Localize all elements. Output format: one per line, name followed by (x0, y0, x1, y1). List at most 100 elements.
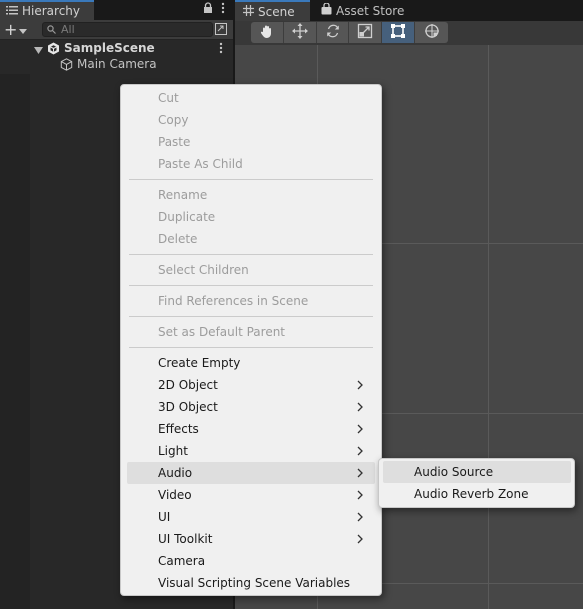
menu-item-paste-as-child[interactable]: Paste As Child (127, 153, 375, 175)
menu-item-cut[interactable]: Cut (127, 87, 375, 109)
tab-asset-store[interactable]: Asset Store (313, 0, 413, 21)
tab-scene-label: Scene (258, 4, 295, 19)
search-filter-icon[interactable] (215, 23, 227, 38)
menu-item-label: Paste As Child (158, 157, 243, 171)
menu-item-label: UI Toolkit (158, 532, 213, 546)
menu-item-label: Select Children (158, 263, 249, 277)
menu-item-label: Audio Reverb Zone (414, 487, 529, 501)
grid-line (488, 45, 489, 609)
menu-item-label: UI (158, 510, 171, 524)
move-tool-button[interactable] (284, 22, 317, 43)
menu-item-label: Copy (158, 113, 189, 127)
menu-item-visual-scripting-scene-variables[interactable]: Visual Scripting Scene Variables (127, 572, 375, 594)
bag-icon (321, 2, 332, 18)
scene-root-item[interactable]: SampleScene (0, 41, 233, 57)
menu-item-label: Audio Source (414, 465, 494, 479)
menu-item-rename[interactable]: Rename (127, 184, 375, 206)
tab-hierarchy[interactable]: Hierarchy (0, 0, 94, 20)
move-arrows-icon (291, 23, 308, 42)
hierarchy-item-main-camera[interactable]: Main Camera (0, 57, 233, 73)
expand-arrow-icon[interactable] (34, 44, 43, 58)
chevron-right-icon (357, 467, 363, 481)
rect-tool-icon (390, 23, 406, 42)
menu-item-label: Rename (158, 188, 208, 202)
unity-scene-icon (47, 42, 60, 58)
menu-item-copy[interactable]: Copy (127, 109, 375, 131)
rotate-icon (325, 23, 341, 42)
menu-item-delete[interactable]: Delete (127, 228, 375, 250)
chevron-right-icon (357, 511, 363, 525)
transform-tools (251, 22, 448, 43)
menu-item-label: Create Empty (158, 356, 241, 370)
scene-kebab-icon[interactable] (219, 41, 223, 58)
menu-item-duplicate[interactable]: Duplicate (127, 206, 375, 228)
menu-item-2d-object[interactable]: 2D Object (127, 374, 375, 396)
menu-item-label: Set as Default Parent (158, 325, 286, 339)
grid-icon (243, 4, 254, 19)
menu-item-camera[interactable]: Camera (127, 550, 375, 572)
chevron-right-icon (357, 379, 363, 393)
menu-item-set-default-parent[interactable]: Set as Default Parent (127, 321, 375, 343)
menu-item-paste[interactable]: Paste (127, 131, 375, 153)
hand-icon (259, 23, 275, 42)
transform-icon (424, 23, 440, 42)
add-object-button[interactable]: + (4, 20, 34, 39)
menu-item-label: Light (158, 444, 188, 458)
menu-item-label: Camera (158, 554, 206, 568)
chevron-down-icon (19, 20, 28, 39)
rect-tool-button[interactable] (382, 22, 416, 43)
hand-tool-button[interactable] (251, 22, 284, 43)
menu-separator (129, 316, 373, 317)
list-icon (6, 4, 18, 18)
menu-item-create-empty[interactable]: Create Empty (127, 352, 375, 374)
scene-name: SampleScene (64, 41, 155, 55)
menu-item-audio-reverb-zone[interactable]: Audio Reverb Zone (383, 483, 571, 505)
menu-separator (129, 179, 373, 180)
menu-item-audio-source[interactable]: Audio Source (383, 461, 571, 483)
menu-item-find-references[interactable]: Find References in Scene (127, 290, 375, 312)
menu-item-label: Delete (158, 232, 198, 246)
menu-separator (129, 285, 373, 286)
menu-item-video[interactable]: Video (127, 484, 375, 506)
menu-separator (129, 254, 373, 255)
tab-hierarchy-label: Hierarchy (22, 4, 81, 18)
scene-tab-bar: Scene Asset Store (235, 0, 583, 21)
menu-item-label: 2D Object (158, 378, 218, 392)
rotate-tool-button[interactable] (317, 22, 350, 43)
menu-item-label: Audio (158, 466, 193, 480)
chevron-right-icon (357, 533, 363, 547)
search-input[interactable] (61, 23, 191, 36)
menu-item-label: Duplicate (158, 210, 216, 224)
scale-icon (357, 23, 373, 42)
menu-item-ui[interactable]: UI (127, 506, 375, 528)
transform-tool-button[interactable] (415, 22, 448, 43)
menu-item-label: Video (158, 488, 192, 502)
context-menu: Cut Copy Paste Paste As Child Rename Dup… (120, 84, 382, 596)
chevron-right-icon (357, 489, 363, 503)
search-field[interactable] (42, 22, 213, 37)
menu-separator (129, 347, 373, 348)
menu-item-select-children[interactable]: Select Children (127, 259, 375, 281)
hierarchy-tab-bar: Hierarchy (0, 0, 233, 20)
lock-icon[interactable] (203, 2, 213, 17)
menu-item-light[interactable]: Light (127, 440, 375, 462)
menu-item-label: Find References in Scene (158, 294, 309, 308)
search-icon (47, 23, 57, 37)
menu-item-ui-toolkit[interactable]: UI Toolkit (127, 528, 375, 550)
scene-toolbar (235, 21, 583, 45)
menu-item-label: 3D Object (158, 400, 218, 414)
scale-tool-button[interactable] (349, 22, 383, 43)
hierarchy-toolbar: + (0, 20, 233, 40)
menu-item-label: Paste (158, 135, 191, 149)
chevron-right-icon (357, 445, 363, 459)
kebab-menu-icon[interactable] (221, 2, 225, 17)
menu-item-effects[interactable]: Effects (127, 418, 375, 440)
gameobject-cube-icon (60, 58, 73, 74)
menu-item-label: Effects (158, 422, 199, 436)
hierarchy-gutter (0, 74, 30, 609)
menu-item-3d-object[interactable]: 3D Object (127, 396, 375, 418)
menu-item-audio[interactable]: Audio (127, 462, 375, 484)
menu-item-label: Cut (158, 91, 179, 105)
tab-scene[interactable]: Scene (235, 0, 310, 21)
chevron-right-icon (357, 423, 363, 437)
